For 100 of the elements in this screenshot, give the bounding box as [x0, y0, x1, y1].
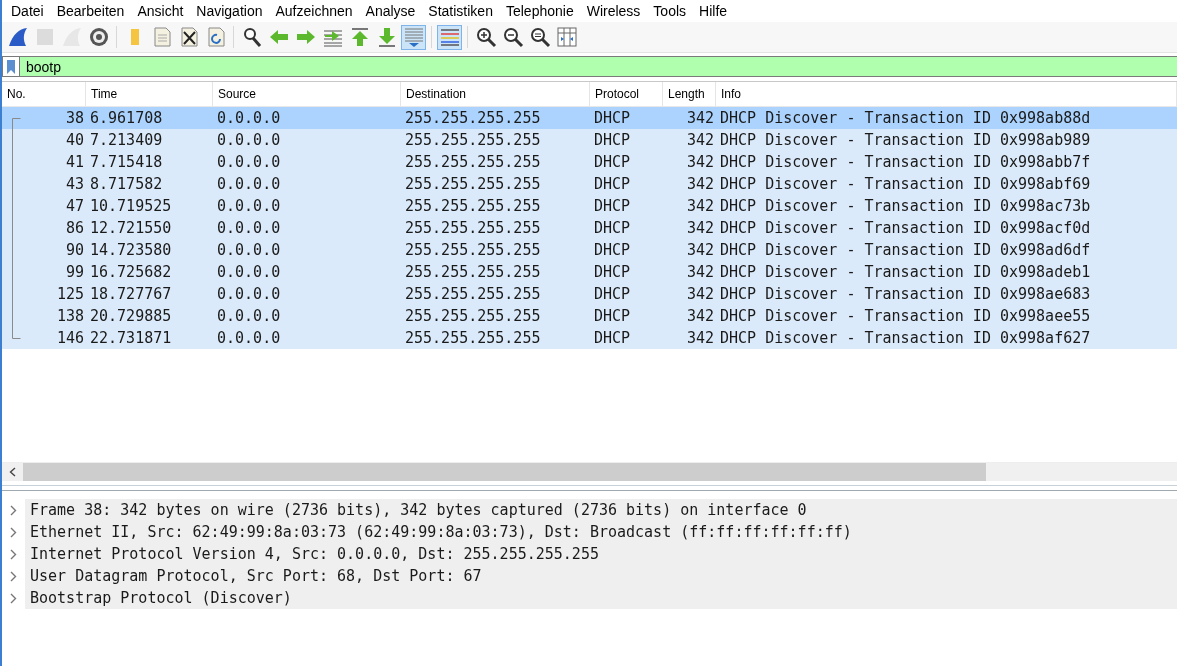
horizontal-scrollbar[interactable] [2, 462, 1177, 481]
table-cell-text: 342 [685, 262, 715, 283]
table-cell-text: DHCP Discover - Transaction ID 0x998acf0d [719, 218, 1092, 239]
table-cell-text: 342 [685, 196, 715, 217]
table-cell-text: 43 [64, 174, 85, 195]
table-cell-text: 255.255.255.255 [404, 108, 542, 129]
table-cell-text: DHCP [593, 174, 632, 195]
menu-item[interactable]: Analyse [358, 3, 422, 19]
table-cell-text: 125 [55, 284, 85, 305]
packet-row[interactable]: 138 20.729885 0.0.0.0 255.255.255.255 DHCP 342 DHCP Discover - Transaction ID 0x998aee55 [2, 305, 1177, 327]
bookmark-icon[interactable] [7, 59, 15, 74]
table-cell-text: DHCP Discover - Transaction ID 0x998aee55 [719, 306, 1092, 327]
zoom-in-icon [474, 26, 497, 48]
column-header[interactable]: Destination [401, 82, 590, 106]
packet-row[interactable]: 41 7.715418 0.0.0.0 255.255.255.255 DHCP 342 DHCP Discover - Transaction ID 0x998abb7f [2, 151, 1177, 173]
table-cell-text: 255.255.255.255 [404, 152, 542, 173]
packet-row[interactable]: 47 10.719525 0.0.0.0 255.255.255.255 DHCP 342 DHCP Discover - Transaction ID 0x998ac73b [2, 195, 1177, 217]
packet-row[interactable]: 38 6.961708 0.0.0.0 255.255.255.255 DHCP 342 DHCP Discover - Transaction ID 0x998ab88d [2, 107, 1177, 129]
chevron-right-icon[interactable] [10, 592, 17, 604]
menu-item[interactable]: Navigation [189, 3, 269, 19]
table-cell-text: 90 [64, 240, 85, 261]
menu-item[interactable]: Hilfe [692, 3, 734, 19]
packet-row[interactable]: 146 22.731871 0.0.0.0 255.255.255.255 DHCP 342 DHCP Discover - Transaction ID 0x998af627 [2, 327, 1177, 349]
menu-item[interactable]: Wireless [579, 3, 647, 19]
zoom-out-icon [501, 26, 524, 48]
detail-tree-item[interactable]: Ethernet II, Src: 62:49:99:8a:03:73 (62:49:99:8a:03:73), Dst: Broadcast (ff:ff:ff:ff:ff:ff) [25, 521, 1177, 543]
detail-tree-item[interactable]: Bootstrap Protocol (Discover) [25, 587, 1177, 609]
table-cell-text: 255.255.255.255 [404, 196, 542, 217]
table-cell-text: DHCP Discover - Transaction ID 0x998ad6df [719, 240, 1092, 261]
table-cell-text: 16.725682 [89, 262, 173, 283]
table-cell-text: 342 [685, 130, 715, 151]
table-cell-text: DHCP [593, 218, 632, 239]
table-cell-text: 255.255.255.255 [404, 328, 542, 349]
table-cell-text: 0.0.0.0 [216, 262, 282, 283]
table-cell-text: 0.0.0.0 [216, 284, 282, 305]
packet-row[interactable]: 86 12.721550 0.0.0.0 255.255.255.255 DHCP 342 DHCP Discover - Transaction ID 0x998acf0d [2, 217, 1177, 239]
column-header[interactable]: Length [663, 82, 716, 106]
table-cell-text: 255.255.255.255 [404, 240, 542, 261]
column-header[interactable]: Info [716, 82, 1177, 106]
table-cell-text: 0.0.0.0 [216, 108, 282, 129]
menu-item[interactable]: Tools [646, 3, 693, 19]
table-cell-text: DHCP Discover - Transaction ID 0x998abb7f [719, 152, 1092, 173]
table-cell-text: 8.717582 [89, 174, 164, 195]
zoom-reset-icon [528, 26, 551, 48]
packet-row[interactable]: 90 14.723580 0.0.0.0 255.255.255.255 DHCP 342 DHCP Discover - Transaction ID 0x998ad6df [2, 239, 1177, 261]
packet-row[interactable]: 43 8.717582 0.0.0.0 255.255.255.255 DHCP 342 DHCP Discover - Transaction ID 0x998abf69 [2, 173, 1177, 195]
chevron-right-icon[interactable] [10, 548, 17, 560]
table-cell-text: 0.0.0.0 [216, 152, 282, 173]
table-cell-text: 6.961708 [89, 108, 164, 129]
column-header[interactable]: Time [86, 82, 213, 106]
table-cell-text: DHCP Discover - Transaction ID 0x998af627 [719, 328, 1092, 349]
menu-item[interactable]: Statistiken [421, 3, 499, 19]
table-cell-text: 255.255.255.255 [404, 174, 542, 195]
table-cell-text: DHCP [593, 284, 632, 305]
table-cell-text: 342 [685, 328, 715, 349]
detail-tree-item[interactable]: User Datagram Protocol, Src Port: 68, Dst Port: 67 [25, 565, 1177, 587]
table-cell-text: 342 [685, 108, 715, 129]
table-cell-text: 99 [64, 262, 85, 283]
table-cell-text: 40 [64, 130, 85, 151]
colored-lines-icon [438, 26, 461, 48]
table-cell-text: DHCP [593, 328, 632, 349]
column-header[interactable]: No. [2, 82, 86, 106]
chevron-right-icon[interactable] [10, 570, 17, 582]
bookmark-button[interactable] [2, 56, 20, 77]
column-header[interactable]: Protocol [590, 82, 663, 106]
detail-tree-item[interactable]: Internet Protocol Version 4, Src: 0.0.0.0, Dst: 255.255.255.255 [25, 543, 1177, 565]
table-cell-text: 12.721550 [89, 218, 173, 239]
packet-row[interactable]: 125 18.727767 0.0.0.0 255.255.255.255 DHCP 342 DHCP Discover - Transaction ID 0x998ae683 [2, 283, 1177, 305]
table-cell-text: 255.255.255.255 [404, 262, 542, 283]
chevron-right-icon[interactable] [10, 504, 17, 516]
table-cell-text: 86 [64, 218, 85, 239]
menu-item[interactable]: Datei [4, 3, 50, 19]
chevron-right-icon[interactable] [10, 526, 17, 538]
table-cell-text: DHCP Discover - Transaction ID 0x998ae683 [719, 284, 1092, 305]
table-cell-text: 342 [685, 306, 715, 327]
display-filter-field[interactable]: bootp [20, 56, 1177, 77]
settings-icon [87, 26, 110, 48]
table-cell-text: 7.213409 [89, 130, 164, 151]
table-cell-text: DHCP [593, 152, 632, 173]
table-cell-text: 0.0.0.0 [216, 130, 282, 151]
table-cell-text: DHCP Discover - Transaction ID 0x998ab88d [719, 108, 1092, 129]
menu-item[interactable]: Aufzeichnen [268, 3, 359, 19]
packet-row[interactable]: 40 7.213409 0.0.0.0 255.255.255.255 DHCP 342 DHCP Discover - Transaction ID 0x998ab989 [2, 129, 1177, 151]
column-header[interactable]: Source [213, 82, 401, 106]
table-cell-text: DHCP [593, 262, 632, 283]
table-cell-text: DHCP [593, 196, 632, 217]
table-cell-text: 0.0.0.0 [216, 306, 282, 327]
table-cell-text: 14.723580 [89, 240, 173, 261]
packet-row[interactable]: 99 16.725682 0.0.0.0 255.255.255.255 DHCP 342 DHCP Discover - Transaction ID 0x998adeb1 [2, 261, 1177, 283]
menu-item[interactable]: Ansicht [130, 3, 190, 19]
menu-item[interactable]: Bearbeiten [49, 3, 131, 19]
table-cell-text: 255.255.255.255 [404, 218, 542, 239]
table-cell-text: 342 [685, 152, 715, 173]
detail-tree-item[interactable]: Frame 38: 342 bytes on wire (2736 bits), 342 bytes captured (2736 bits) on interface 0 [25, 499, 1177, 521]
table-cell-text: 10.719525 [89, 196, 173, 217]
scrollbar-thumb[interactable] [23, 463, 986, 481]
menu-item[interactable]: Telephonie [498, 3, 580, 19]
table-cell-text: 0.0.0.0 [216, 174, 282, 195]
chevron-left-icon[interactable] [9, 467, 16, 477]
list-scroll-icon [402, 26, 425, 48]
